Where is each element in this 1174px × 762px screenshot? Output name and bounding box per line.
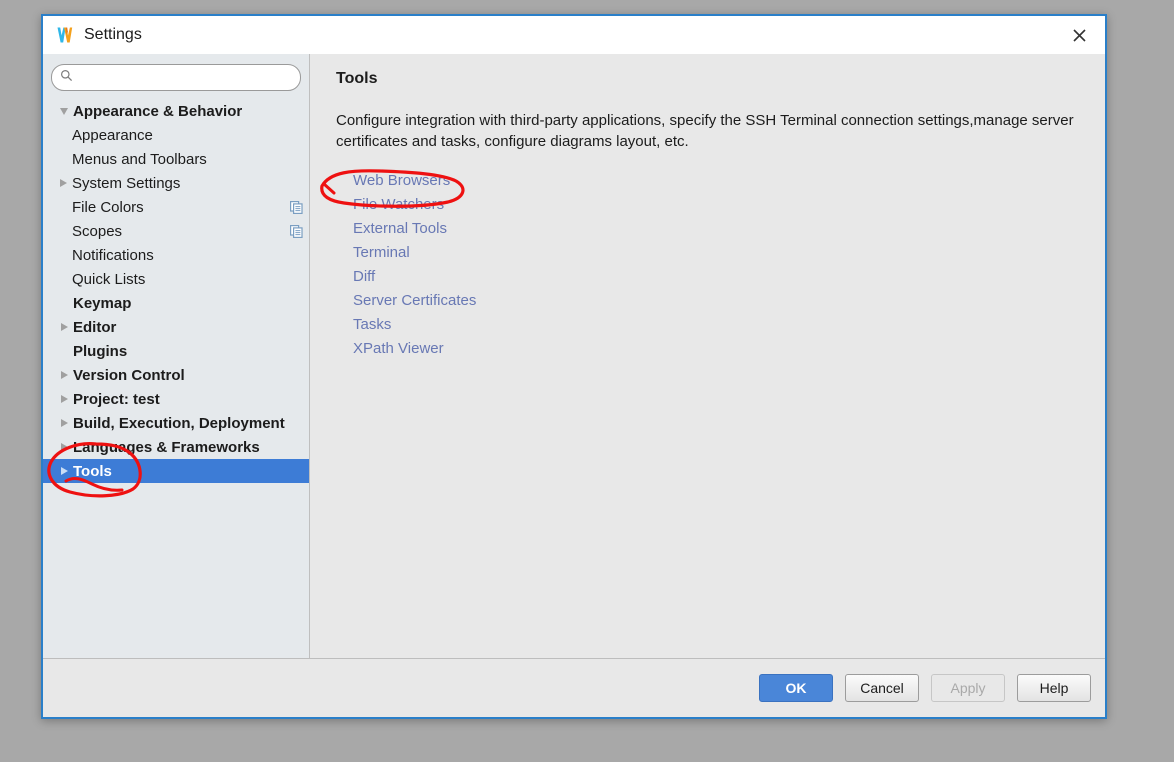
dialog-button-bar: OK Cancel Apply Help bbox=[43, 658, 1105, 717]
copy-scope-icon[interactable] bbox=[290, 200, 303, 214]
tools-link-terminal[interactable]: Terminal bbox=[353, 241, 410, 265]
ok-button[interactable]: OK bbox=[759, 674, 833, 702]
sidebar-item-label: Tools bbox=[73, 462, 112, 480]
sidebar-item-appearance-behavior[interactable]: Appearance & Behavior bbox=[43, 99, 309, 123]
page-description: Configure integration with third-party a… bbox=[336, 112, 1074, 151]
twisty-glyph bbox=[60, 467, 68, 475]
sidebar-item-label: Plugins bbox=[73, 342, 128, 360]
chevron-down-icon[interactable] bbox=[55, 99, 73, 123]
sidebar-item-label: Editor bbox=[73, 318, 117, 336]
chevron-right-icon[interactable] bbox=[55, 411, 73, 435]
sidebar-item-label: Scopes bbox=[72, 222, 123, 240]
twisty-glyph bbox=[60, 107, 68, 115]
sidebar-item-plugins[interactable]: Plugins bbox=[43, 339, 309, 363]
page-title: Tools bbox=[336, 70, 378, 87]
twisty-glyph bbox=[60, 371, 68, 379]
chevron-right-icon[interactable] bbox=[54, 171, 72, 195]
search-container bbox=[43, 54, 309, 97]
tools-link-file-watchers[interactable]: File Watchers bbox=[353, 193, 444, 217]
sidebar-item-label: System Settings bbox=[72, 174, 181, 192]
sidebar-item-label: Notifications bbox=[72, 246, 154, 264]
tools-link-tasks[interactable]: Tasks bbox=[353, 313, 391, 337]
apply-button: Apply bbox=[931, 674, 1005, 702]
twisty-glyph bbox=[60, 395, 68, 403]
dialog-title: Settings bbox=[84, 26, 142, 43]
help-button[interactable]: Help bbox=[1017, 674, 1091, 702]
sidebar-item-label: Keymap bbox=[73, 294, 132, 312]
copy-scope-icon[interactable] bbox=[290, 224, 303, 238]
settings-sidebar: Appearance & Behavior Appearance Menus and… bbox=[43, 54, 310, 658]
sidebar-item-notifications[interactable]: Notifications bbox=[43, 243, 309, 267]
chevron-right-icon[interactable] bbox=[55, 363, 73, 387]
dialog-body: Appearance & Behavior Appearance Menus and… bbox=[43, 54, 1105, 658]
sidebar-item-label: Project: test bbox=[73, 390, 160, 408]
dialog-title-bar: Settings bbox=[43, 16, 1105, 54]
sidebar-item-keymap[interactable]: Keymap bbox=[43, 291, 309, 315]
sidebar-item-quick-lists[interactable]: Quick Lists bbox=[43, 267, 309, 291]
chevron-right-icon[interactable] bbox=[55, 435, 73, 459]
sidebar-item-label: Build, Execution, Deployment bbox=[73, 414, 285, 432]
tools-link-server-certificates[interactable]: Server Certificates bbox=[353, 289, 476, 313]
chevron-right-icon[interactable] bbox=[55, 459, 73, 483]
sidebar-item-system-settings[interactable]: System Settings bbox=[43, 171, 309, 195]
sidebar-item-menus-and-toolbars[interactable]: Menus and Toolbars bbox=[43, 147, 309, 171]
sidebar-item-build-execution-deployment[interactable]: Build, Execution, Deployment bbox=[43, 411, 309, 435]
sidebar-item-editor[interactable]: Editor bbox=[43, 315, 309, 339]
sidebar-item-label: Version Control bbox=[73, 366, 185, 384]
tools-link-external-tools[interactable]: External Tools bbox=[353, 217, 447, 241]
settings-dialog: Settings Appearance & Behavior Appearanc… bbox=[41, 14, 1107, 719]
tools-link-diff[interactable]: Diff bbox=[353, 265, 375, 289]
close-icon[interactable] bbox=[1059, 20, 1099, 50]
sidebar-item-label: File Colors bbox=[72, 198, 144, 216]
twisty-glyph bbox=[60, 323, 68, 331]
twisty-glyph bbox=[60, 443, 68, 451]
sidebar-item-languages-frameworks[interactable]: Languages & Frameworks bbox=[43, 435, 309, 459]
sidebar-item-tools[interactable]: Tools bbox=[43, 459, 309, 483]
sidebar-item-label: Appearance & Behavior bbox=[73, 102, 243, 120]
chevron-right-icon[interactable] bbox=[55, 315, 73, 339]
sidebar-item-version-control[interactable]: Version Control bbox=[43, 363, 309, 387]
sidebar-item-label: Menus and Toolbars bbox=[72, 150, 207, 168]
settings-tree: Appearance & Behavior Appearance Menus and… bbox=[43, 97, 309, 658]
settings-content-pane: Tools Configure integration with third-p… bbox=[310, 54, 1105, 658]
twisty-glyph bbox=[59, 179, 67, 187]
sidebar-item-label: Languages & Frameworks bbox=[73, 438, 260, 456]
cancel-button[interactable]: Cancel bbox=[845, 674, 919, 702]
tools-link-list: Web Browsers File Watchers External Tools T… bbox=[353, 169, 1083, 361]
search-icon bbox=[60, 69, 73, 87]
chevron-right-icon[interactable] bbox=[55, 387, 73, 411]
twisty-glyph bbox=[60, 419, 68, 427]
sidebar-item-appearance[interactable]: Appearance bbox=[43, 123, 309, 147]
search-input[interactable] bbox=[78, 66, 292, 89]
sidebar-item-scopes[interactable]: Scopes bbox=[43, 219, 309, 243]
sidebar-item-label: Quick Lists bbox=[72, 270, 146, 288]
webstorm-logo-icon bbox=[56, 26, 74, 44]
sidebar-item-project-test[interactable]: Project: test bbox=[43, 387, 309, 411]
tools-link-web-browsers[interactable]: Web Browsers bbox=[353, 169, 450, 193]
sidebar-item-label: Appearance bbox=[72, 126, 153, 144]
sidebar-item-file-colors[interactable]: File Colors bbox=[43, 195, 309, 219]
tools-link-xpath-viewer[interactable]: XPath Viewer bbox=[353, 337, 444, 361]
search-box[interactable] bbox=[51, 64, 301, 91]
